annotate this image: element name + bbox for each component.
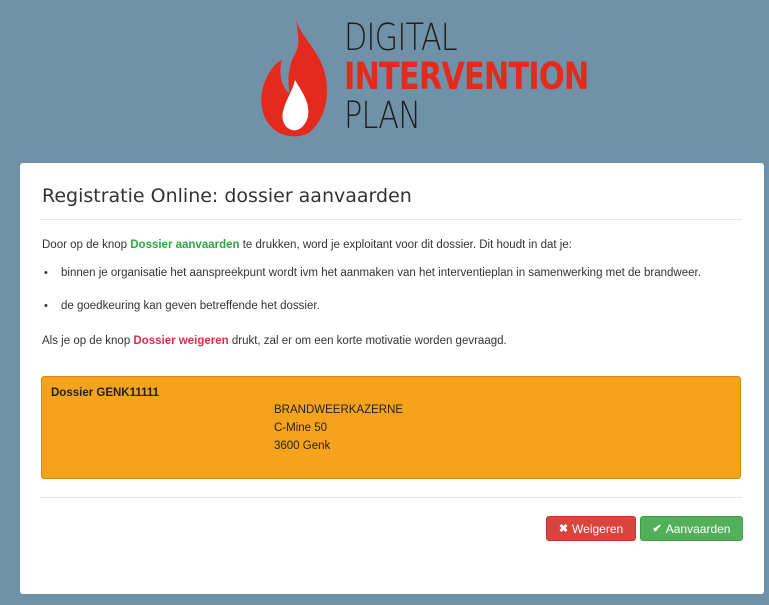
accept-highlight: Dossier aanvaarden bbox=[130, 239, 240, 251]
bullet-item-2: de goedkeuring kan geven betreffende het… bbox=[61, 300, 320, 312]
page-title: Registratie Online: dossier aanvaarden bbox=[42, 185, 412, 207]
dossier-panel: Dossier GENK11111 BRANDWEERKAZERNE C-Min… bbox=[41, 376, 741, 479]
check-icon: ✔ bbox=[652, 523, 662, 535]
refuse-before: Als je op de knop bbox=[42, 335, 134, 347]
dossier-title: Dossier GENK11111 bbox=[51, 387, 160, 399]
refuse-button-label: Weigeren bbox=[572, 521, 624, 536]
intro-text: Door op de knop Dossier aanvaarden te dr… bbox=[42, 239, 572, 251]
bullet-item-1: binnen je organisatie het aanspreekpunt … bbox=[61, 267, 701, 279]
logo-line-plan: PLAN bbox=[344, 94, 421, 137]
intro-before: Door op de knop bbox=[42, 239, 131, 251]
accept-button[interactable]: ✔ Aanvaarden bbox=[640, 516, 743, 541]
dossier-address-line-2: C-Mine 50 bbox=[274, 422, 328, 434]
bullet-marker: • bbox=[44, 300, 48, 312]
main-card: Registratie Online: dossier aanvaarden D… bbox=[20, 163, 764, 594]
footer-divider bbox=[40, 497, 742, 498]
logo-line-digital: DIGITAL bbox=[344, 16, 458, 59]
dossier-address-line-1: BRANDWEERKAZERNE bbox=[274, 404, 404, 416]
accept-button-label: Aanvaarden bbox=[665, 521, 731, 536]
dossier-address-line-3: 3600 Genk bbox=[274, 440, 331, 452]
flame-icon bbox=[261, 20, 328, 137]
header: DIGITAL INTERVENTION PLAN bbox=[0, 0, 769, 160]
logo-line-intervention: INTERVENTION bbox=[344, 55, 589, 98]
refuse-button[interactable]: ✖ Weigeren bbox=[546, 516, 636, 541]
title-divider bbox=[40, 219, 742, 220]
intro-after: te drukken, word je exploitant voor dit … bbox=[239, 239, 572, 251]
times-icon: ✖ bbox=[558, 523, 569, 535]
refuse-text: Als je op de knop Dossier weigeren drukt… bbox=[42, 335, 507, 347]
bullet-marker: • bbox=[44, 267, 48, 279]
logo-text: DIGITAL INTERVENTION PLAN bbox=[344, 16, 589, 137]
refuse-highlight: Dossier weigeren bbox=[133, 335, 229, 347]
refuse-after: drukt, zal er om een korte motivatie wor… bbox=[228, 335, 507, 347]
